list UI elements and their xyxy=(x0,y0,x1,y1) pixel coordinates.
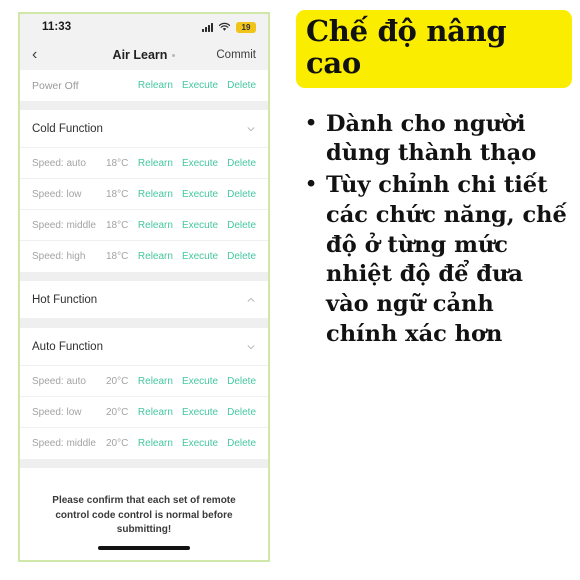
execute-button[interactable]: Execute xyxy=(182,251,218,262)
relearn-button[interactable]: Relearn xyxy=(138,220,173,231)
row-actions: Relearn Execute Delete xyxy=(138,251,256,262)
settings-scroll-area[interactable]: Power Off Relearn Execute Delete Cold Fu… xyxy=(20,70,268,560)
execute-button[interactable]: Execute xyxy=(182,80,218,91)
section-header-auto-function[interactable]: Auto Function xyxy=(20,328,268,366)
list-item: Tùy chỉnh chi tiết các chức năng, chế độ… xyxy=(305,171,572,349)
chevron-left-icon[interactable]: ‹ xyxy=(32,47,62,63)
row-actions: Relearn Execute Delete xyxy=(138,158,256,169)
table-row[interactable]: Speed: auto 18°C Relearn Execute Delete xyxy=(20,148,268,179)
delete-button[interactable]: Delete xyxy=(227,251,256,262)
execute-button[interactable]: Execute xyxy=(182,438,218,449)
section-divider xyxy=(20,101,268,110)
battery-level-badge: 19 xyxy=(236,21,256,33)
section-divider xyxy=(20,272,268,281)
row-speed: Speed: auto xyxy=(32,157,86,169)
section-auto-function: Auto Function Speed: auto 20°C Relearn E… xyxy=(20,328,268,459)
relearn-button[interactable]: Relearn xyxy=(138,189,173,200)
table-row[interactable]: Speed: middle 18°C Relearn Execute Delet… xyxy=(20,210,268,241)
delete-button[interactable]: Delete xyxy=(227,407,256,418)
phone-screenshot: 11:33 19 ‹ Air Learn Commit Power Off Re… xyxy=(18,12,270,562)
execute-button[interactable]: Execute xyxy=(182,376,218,387)
relearn-button[interactable]: Relearn xyxy=(138,407,173,418)
row-actions: Relearn Execute Delete xyxy=(138,220,256,231)
list-item[interactable]: Power Off Relearn Execute Delete xyxy=(20,70,268,101)
status-bar: 11:33 19 xyxy=(20,14,268,40)
section-title: Hot Function xyxy=(32,293,98,306)
status-bar-clock: 11:33 xyxy=(42,21,72,33)
section-title: Cold Function xyxy=(32,122,103,135)
confirmation-note: Please confirm that each set of remote c… xyxy=(20,468,268,560)
section-header-hot-function[interactable]: Hot Function xyxy=(20,281,268,319)
wifi-icon xyxy=(218,22,231,31)
row-actions: Relearn Execute Delete xyxy=(138,376,256,387)
row-speed: Speed: auto xyxy=(32,375,86,387)
row-speed: Speed: high xyxy=(32,251,86,262)
delete-button[interactable]: Delete xyxy=(227,189,256,200)
relearn-button[interactable]: Relearn xyxy=(138,158,173,169)
row-temperature: 18°C xyxy=(106,219,129,231)
delete-button[interactable]: Delete xyxy=(227,438,256,449)
status-bar-indicators: 19 xyxy=(202,21,256,33)
table-row[interactable]: Speed: low 18°C Relearn Execute Delete xyxy=(20,179,268,210)
row-speed: Speed: middle xyxy=(32,219,96,231)
row-actions: Relearn Execute Delete xyxy=(138,189,256,200)
execute-button[interactable]: Execute xyxy=(182,220,218,231)
delete-button[interactable]: Delete xyxy=(227,158,256,169)
section-hot-function: Hot Function xyxy=(20,281,268,319)
section-divider xyxy=(20,319,268,328)
row-actions: Relearn Execute Delete xyxy=(138,80,256,91)
section-header-cold-function[interactable]: Cold Function xyxy=(20,110,268,148)
delete-button[interactable]: Delete xyxy=(227,80,256,91)
row-actions: Relearn Execute Delete xyxy=(138,407,256,418)
home-indicator xyxy=(98,546,190,550)
section-divider xyxy=(20,459,268,468)
nav-bar: ‹ Air Learn Commit xyxy=(20,40,268,70)
power-off-panel: Power Off Relearn Execute Delete xyxy=(20,70,268,101)
row-temperature: 20°C xyxy=(106,438,129,449)
relearn-button[interactable]: Relearn xyxy=(138,376,173,387)
section-cold-function: Cold Function Speed: auto 18°C Relearn E… xyxy=(20,110,268,272)
row-speed: Speed: low xyxy=(32,188,82,200)
caption-bullet-list: Dành cho người dùng thành thạo Tùy chỉnh… xyxy=(296,110,572,350)
relearn-button[interactable]: Relearn xyxy=(138,251,173,262)
title-status-dot xyxy=(172,54,176,58)
relearn-button[interactable]: Relearn xyxy=(138,80,173,91)
chevron-up-icon[interactable] xyxy=(246,295,256,305)
delete-button[interactable]: Delete xyxy=(227,376,256,387)
chevron-down-icon[interactable] xyxy=(246,342,256,352)
row-temperature: 18°C xyxy=(106,251,129,262)
execute-button[interactable]: Execute xyxy=(182,407,218,418)
relearn-button[interactable]: Relearn xyxy=(138,438,173,449)
caption-banner-title: Chế độ nâng cao xyxy=(306,14,507,80)
cellular-signal-icon xyxy=(202,22,213,32)
chevron-down-icon[interactable] xyxy=(246,124,256,134)
list-item: Dành cho người dùng thành thạo xyxy=(305,110,572,169)
row-temperature: 18°C xyxy=(106,157,129,169)
delete-button[interactable]: Delete xyxy=(227,220,256,231)
row-speed: Speed: low xyxy=(32,406,82,418)
row-label: Power Off xyxy=(32,79,79,92)
confirmation-note-text: Please confirm that each set of remote c… xyxy=(52,495,236,535)
row-temperature: 20°C xyxy=(106,406,129,418)
caption-banner: Chế độ nâng cao xyxy=(296,10,572,88)
table-row[interactable]: Speed: middle 20°C Relearn Execute Delet… xyxy=(20,428,268,459)
table-row[interactable]: Speed: low 20°C Relearn Execute Delete xyxy=(20,397,268,428)
commit-button[interactable]: Commit xyxy=(216,49,256,61)
row-actions: Relearn Execute Delete xyxy=(138,438,256,449)
section-title: Auto Function xyxy=(32,340,103,353)
caption-panel: Chế độ nâng cao Dành cho người dùng thàn… xyxy=(288,0,580,580)
table-row[interactable]: Speed: auto 20°C Relearn Execute Delete xyxy=(20,366,268,397)
page-canvas: 11:33 19 ‹ Air Learn Commit Power Off Re… xyxy=(0,0,580,580)
table-row[interactable]: Speed: high 18°C Relearn Execute Delete xyxy=(20,241,268,272)
execute-button[interactable]: Execute xyxy=(182,189,218,200)
execute-button[interactable]: Execute xyxy=(182,158,218,169)
row-temperature: 18°C xyxy=(106,188,129,200)
row-temperature: 20°C xyxy=(106,375,129,387)
row-speed: Speed: middle xyxy=(32,438,96,449)
page-title-text: Air Learn xyxy=(112,48,168,62)
